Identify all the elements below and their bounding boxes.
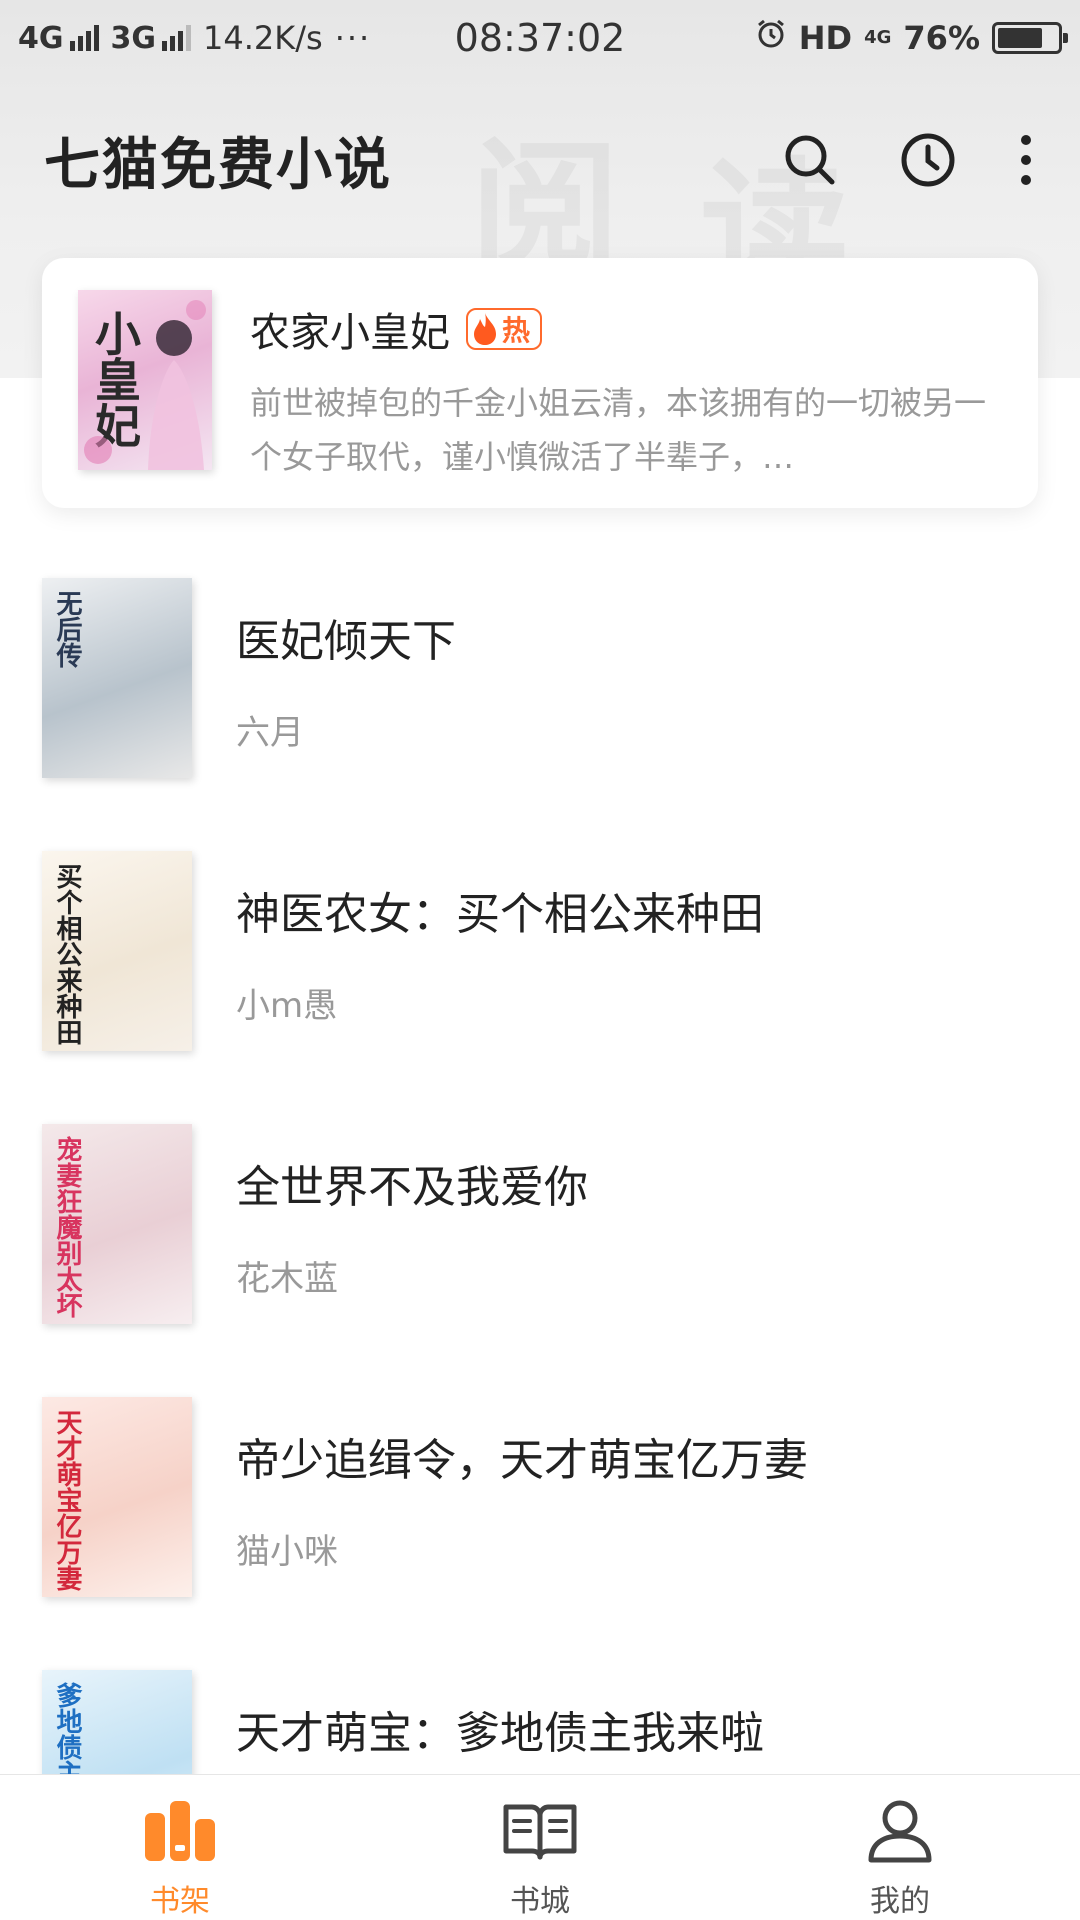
app-bar: 七猫免费小说 [0, 110, 1080, 210]
nav-label-bookstore: 书城 [510, 1884, 570, 1919]
cover-title-art: 天才萌宝亿万妻 [52, 1409, 82, 1591]
recommend-description: 前世被掉包的千金小姐云清，本该拥有的一切被另一个女子取代，谨小慎微活了半辈子，… [250, 384, 987, 476]
book-author: 小m愚 [236, 985, 338, 1026]
signal-icon [69, 25, 99, 51]
nav-label-bookshelf: 书架 [150, 1884, 210, 1919]
book-author: 花木蓝 [236, 1258, 338, 1299]
app-title: 七猫免费小说 [44, 132, 392, 198]
status-bar: 4G 3G 14.2K/s ··· 08:37:02 HD 4G 76% [0, 0, 1080, 76]
book-title: 医妃倾天下 [236, 616, 456, 667]
search-icon[interactable] [780, 130, 840, 190]
flame-icon [474, 313, 496, 345]
book-author: 六月 [236, 712, 304, 753]
bookshelf-list: 无后传 医妃倾天下六月买个相公来种田 神医农女：买个相公来种田小m愚宠妻狂魔别太坏 全… [0, 578, 1080, 1920]
cover-title-art: 宠妻狂魔别太坏 [52, 1136, 82, 1318]
recommend-card[interactable]: 小皇妃 农家小皇妃 热 前世被掉包的千金小姐云清，本该拥有的一切被另一个女子取代… [42, 258, 1038, 508]
battery-percent: 76% [903, 19, 980, 57]
cover-title-art: 无后传 [52, 590, 82, 668]
book-cover: 买个相公来种田 [42, 851, 192, 1051]
hot-badge: 热 [466, 308, 543, 350]
nav-tab-bookshelf[interactable]: 书架 [0, 1775, 360, 1920]
network-indicator-1: 4G [18, 21, 99, 56]
book-title: 全世界不及我爱你 [236, 1162, 588, 1213]
book-item[interactable]: 无后传 医妃倾天下六月 [0, 578, 1080, 851]
lte-indicator: 4G [864, 27, 892, 48]
book-open-icon [500, 1795, 580, 1866]
bookshelf-icon [140, 1795, 220, 1866]
network-speed: 14.2K/s [203, 19, 323, 57]
book-item[interactable]: 宠妻狂魔别太坏 全世界不及我爱你花木蓝 [0, 1124, 1080, 1397]
nav-label-mine: 我的 [870, 1884, 930, 1919]
book-title: 天才萌宝：爹地债主我来啦 [236, 1708, 764, 1759]
hd-indicator: HD [798, 19, 853, 57]
recommend-title: 农家小皇妃 [250, 310, 450, 356]
battery-icon [992, 22, 1068, 54]
book-title: 神医农女：买个相公来种田 [236, 889, 764, 940]
more-notifications-icon: ··· [334, 19, 372, 57]
network-indicator-2: 3G [111, 21, 191, 56]
signal-icon [162, 25, 191, 51]
alarm-icon [755, 18, 787, 58]
nav-tab-bookstore[interactable]: 书城 [360, 1775, 720, 1920]
more-menu-icon[interactable] [1016, 130, 1036, 190]
bottom-navigation: 书架 书城 我的 [0, 1774, 1080, 1920]
history-clock-icon[interactable] [898, 130, 958, 190]
battery-level [998, 28, 1043, 48]
book-author: 猫小咪 [236, 1531, 338, 1572]
nav-tab-mine[interactable]: 我的 [720, 1775, 1080, 1920]
recommend-cover: 小皇妃 [78, 290, 212, 470]
book-item[interactable]: 买个相公来种田 神医农女：买个相公来种田小m愚 [0, 851, 1080, 1124]
user-icon [860, 1795, 940, 1866]
book-cover: 无后传 [42, 578, 192, 778]
book-item[interactable]: 天才萌宝亿万妻 帝少追缉令，天才萌宝亿万妻猫小咪 [0, 1397, 1080, 1670]
book-cover: 天才萌宝亿万妻 [42, 1397, 192, 1597]
book-cover: 宠妻狂魔别太坏 [42, 1124, 192, 1324]
cover-title-art: 买个相公来种田 [52, 863, 82, 1045]
book-title: 帝少追缉令，天才萌宝亿万妻 [236, 1435, 808, 1486]
